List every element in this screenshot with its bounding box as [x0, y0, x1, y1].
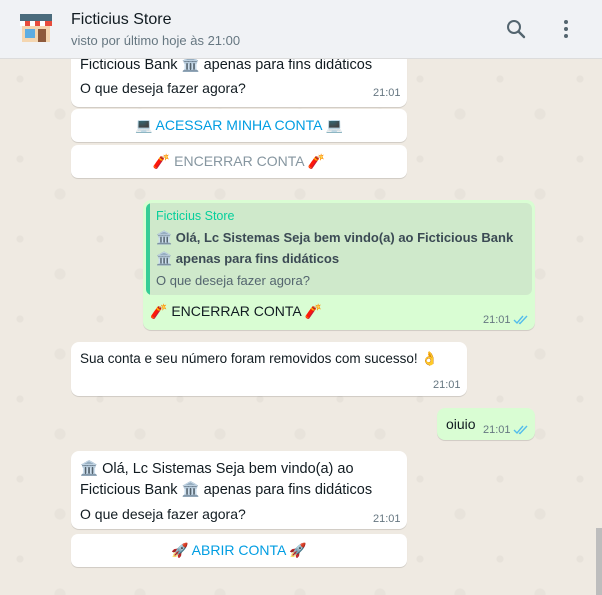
- message-text: Ficticious Bank 🏛️ apenas para fins didá…: [80, 482, 373, 498]
- quoted-text: 🏛️ apenas para fins didáticos: [156, 251, 340, 266]
- quoted-author: Ficticius Store: [156, 209, 235, 223]
- message-time: 21:01: [483, 424, 511, 436]
- chat-scrollbar[interactable]: [596, 528, 602, 595]
- encerrar-conta-button[interactable]: 🧨 ENCERRAR CONTA 🧨: [71, 145, 407, 178]
- more-vert-icon[interactable]: [554, 17, 578, 41]
- message-time: 21:01: [373, 513, 401, 525]
- search-icon[interactable]: [504, 17, 528, 41]
- abrir-conta-button[interactable]: 🚀 ABRIR CONTA 🚀: [71, 534, 407, 567]
- chat-messages-area[interactable]: Ficticious Bank 🏛️ apenas para fins didá…: [0, 59, 602, 595]
- chat-header: Ficticius Store visto por último hoje às…: [0, 0, 602, 59]
- contact-name[interactable]: Ficticius Store: [71, 11, 171, 29]
- message-text: O que deseja fazer agora?: [80, 80, 246, 96]
- message-text: Sua conta e seu número foram removidos c…: [80, 351, 439, 366]
- incoming-message-bubble: 🏛️ Olá, Lc Sistemas Seja bem vindo(a) ao…: [71, 451, 407, 529]
- message-text: 🧨 ENCERRAR CONTA 🧨: [150, 303, 323, 319]
- incoming-message-bubble: Ficticious Bank 🏛️ apenas para fins didá…: [71, 59, 407, 107]
- incoming-message-bubble: Sua conta e seu número foram removidos c…: [71, 342, 467, 396]
- quoted-message[interactable]: Ficticius Store 🏛️ Olá, Lc Sistemas Seja…: [146, 203, 532, 295]
- acessar-conta-button[interactable]: 💻 ACESSAR MINHA CONTA 💻: [71, 109, 407, 142]
- message-text: oiuio: [446, 416, 476, 432]
- store-avatar-icon[interactable]: [18, 12, 54, 44]
- last-seen-status: visto por último hoje às 21:00: [71, 33, 241, 48]
- message-time: 21:01: [483, 314, 511, 326]
- read-ticks-icon: [513, 422, 529, 438]
- outgoing-reply-bubble: Ficticius Store 🏛️ Olá, Lc Sistemas Seja…: [143, 200, 535, 330]
- message-text: 🏛️ Olá, Lc Sistemas Seja bem vindo(a) ao: [80, 461, 354, 477]
- message-time: 21:01: [433, 379, 461, 391]
- message-text: O que deseja fazer agora?: [80, 506, 246, 522]
- read-ticks-icon: [513, 312, 529, 328]
- quoted-text: O que deseja fazer agora?: [156, 273, 310, 288]
- outgoing-message-bubble: oiuio 21:01: [437, 408, 535, 440]
- quoted-text: 🏛️ Olá, Lc Sistemas Seja bem vindo(a) ao…: [156, 230, 514, 245]
- message-text: Ficticious Bank 🏛️ apenas para fins didá…: [80, 59, 373, 73]
- quote-accent-bar: [146, 203, 150, 295]
- message-time: 21:01: [373, 87, 401, 99]
